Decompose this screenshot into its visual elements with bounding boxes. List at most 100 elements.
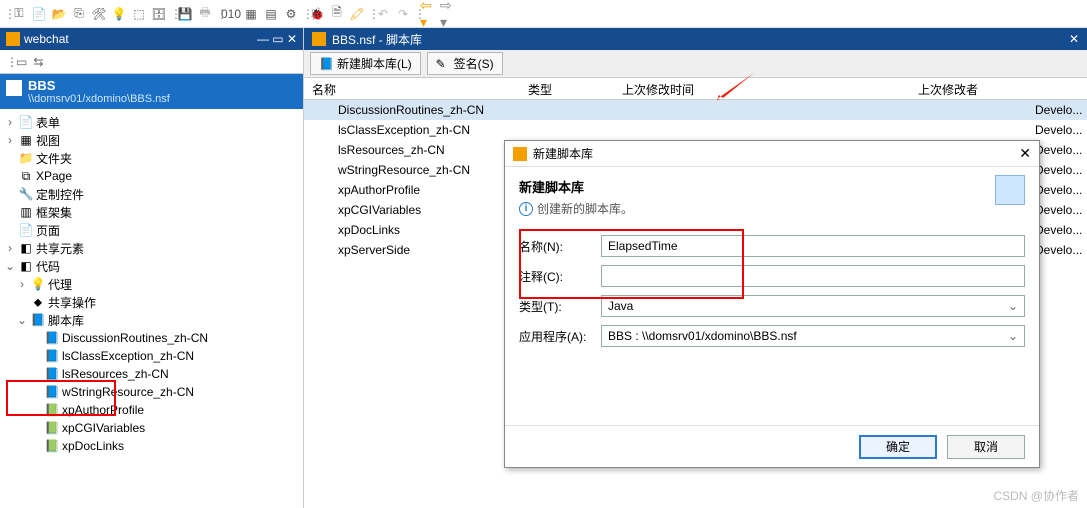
grid1-icon[interactable]: ▦ xyxy=(242,5,260,23)
note-icon[interactable]: 🗎 xyxy=(328,5,346,23)
toolbar-sep xyxy=(170,7,174,21)
save-icon[interactable]: 💾 xyxy=(176,5,194,23)
tree-item[interactable]: 📘DiscussionRoutines_zh-CN xyxy=(2,329,301,347)
cell-name: lsClassException_zh-CN xyxy=(304,123,520,137)
toolbar-sep xyxy=(302,7,306,21)
gear-icon[interactable]: ⚙ xyxy=(282,5,300,23)
copy-icon[interactable]: ⎘ xyxy=(70,5,88,23)
dialog-title: 新建脚本库 xyxy=(533,145,593,162)
table-row[interactable]: lsClassException_zh-CNDevelo... xyxy=(304,120,1087,140)
bbs-header[interactable]: BBS \\domsrv01/xdomino\BBS.nsf xyxy=(0,74,303,109)
tree-item[interactable]: ⌄◧代码 xyxy=(2,257,301,275)
tree-item[interactable]: ›◧共享元素 xyxy=(2,239,301,257)
dialog-subtitle: i 创建新的脚本库。 xyxy=(519,200,1025,217)
tree-node-icon: ◧ xyxy=(19,241,33,255)
tree-label: 页面 xyxy=(36,222,60,239)
col-modified[interactable]: 上次修改时间 xyxy=(614,78,910,99)
ok-button[interactable]: 确定 xyxy=(859,435,937,459)
bbs-title: BBS xyxy=(28,78,295,93)
tree-node-icon: 📘 xyxy=(45,367,59,381)
bug-icon[interactable]: 🐞 xyxy=(308,5,326,23)
col-modifier[interactable]: 上次修改者 xyxy=(910,78,1087,99)
tree-item[interactable]: 📄页面 xyxy=(2,221,301,239)
comment-input[interactable] xyxy=(601,265,1025,287)
tree-item[interactable]: ⬥共享操作 xyxy=(2,293,301,311)
new-lib-icon: 📘 xyxy=(319,57,333,71)
tree-label: 表单 xyxy=(36,114,60,131)
tree-label: xpCGIVariables xyxy=(62,421,145,435)
box-icon[interactable]: ⬚ xyxy=(130,5,148,23)
tree-item[interactable]: ›💡代理 xyxy=(2,275,301,293)
new-icon[interactable]: 📄 xyxy=(30,5,48,23)
bbs-path: \\domsrv01/xdomino\BBS.nsf xyxy=(28,93,295,105)
tree-label: 代理 xyxy=(48,276,72,293)
link-icon[interactable]: ⇆ xyxy=(33,55,43,69)
twisty-icon[interactable]: › xyxy=(4,133,16,147)
scroll-icon xyxy=(995,175,1025,205)
tree-item[interactable]: 🔧定制控件 xyxy=(2,185,301,203)
tree-label: XPage xyxy=(36,169,72,183)
toolbar-sep xyxy=(414,7,418,21)
print-icon[interactable]: 🖶 xyxy=(196,5,214,23)
twisty-icon[interactable]: › xyxy=(16,277,28,291)
tree-item[interactable]: 📗xpDocLinks xyxy=(2,437,301,455)
close-icon[interactable]: ✕ xyxy=(1069,32,1079,46)
tree-item[interactable]: 📁文件夹 xyxy=(2,149,301,167)
tree-label: lsResources_zh-CN xyxy=(62,367,169,381)
tree-label: xpAuthorProfile xyxy=(62,403,144,417)
tree-item[interactable]: 📗xpAuthorProfile xyxy=(2,401,301,419)
open-icon[interactable]: 📂 xyxy=(50,5,68,23)
cell-name: xpServerSide xyxy=(304,243,520,257)
twisty-icon[interactable]: › xyxy=(4,115,16,129)
tree-item[interactable]: ›▦视图 xyxy=(2,131,301,149)
binary-icon[interactable]: 010 xyxy=(222,5,240,23)
twisty-icon[interactable]: › xyxy=(4,241,16,255)
tree-node-icon: 📗 xyxy=(45,421,59,435)
bulb-icon[interactable]: 💡 xyxy=(110,5,128,23)
panel-title: webchat xyxy=(24,32,69,46)
type-select[interactable]: Java⌄ xyxy=(601,295,1025,317)
forward-icon[interactable]: ⇨ ▾ xyxy=(440,5,458,23)
tree-item[interactable]: ⧉XPage xyxy=(2,167,301,185)
toolbar-sep xyxy=(368,7,372,21)
navigator-panel: webchat — ▭ ✕ ▭ ⇆ BBS \\domsrv01/xdomino… xyxy=(0,28,304,508)
col-type[interactable]: 类型 xyxy=(520,78,614,99)
close-icon[interactable]: ✕ xyxy=(1019,145,1031,162)
grid2-icon[interactable]: ▤ xyxy=(262,5,280,23)
back-icon[interactable]: ⇦ ▾ xyxy=(420,5,438,23)
app-select[interactable]: BBS : \\domsrv01/xdomino\BBS.nsf⌄ xyxy=(601,325,1025,347)
tree-item[interactable]: 📘lsResources_zh-CN xyxy=(2,365,301,383)
tool-icon[interactable]: 🛠 xyxy=(90,5,108,23)
new-script-lib-button[interactable]: 📘 新建脚本库(L) xyxy=(310,52,421,75)
tree-node-icon: 📘 xyxy=(45,331,59,345)
tree-node-icon: 📘 xyxy=(45,349,59,363)
col-name[interactable]: 名称 xyxy=(304,78,520,99)
navigator-tree[interactable]: ›📄表单›▦视图📁文件夹⧉XPage🔧定制控件▥框架集📄页面›◧共享元素⌄◧代码… xyxy=(0,109,303,508)
tree-item[interactable]: ›📄表单 xyxy=(2,113,301,131)
tree-item[interactable]: 📘wStringResource_zh-CN xyxy=(2,383,301,401)
collapse-icon[interactable]: ▭ xyxy=(16,55,27,69)
sign-button[interactable]: ✎ 签名(S) xyxy=(427,52,503,75)
tree-item[interactable]: ▥框架集 xyxy=(2,203,301,221)
tree-label: wStringResource_zh-CN xyxy=(62,385,194,399)
file-icon xyxy=(312,32,326,46)
key-icon[interactable]: ⚿ xyxy=(10,5,28,23)
name-input[interactable] xyxy=(601,235,1025,257)
app-icon xyxy=(6,32,20,46)
table-header: 名称 类型 上次修改时间 上次修改者 xyxy=(304,78,1087,100)
highlight-icon[interactable]: 🖍 xyxy=(348,5,366,23)
redo-icon[interactable]: ↷ xyxy=(394,5,412,23)
editor-toolbar: 📘 新建脚本库(L) ✎ 签名(S) xyxy=(304,50,1087,78)
tree-item[interactable]: ⌄📘脚本库 xyxy=(2,311,301,329)
cell-name: wStringResource_zh-CN xyxy=(304,163,520,177)
db-icon[interactable]: 🗄 xyxy=(150,5,168,23)
twisty-icon[interactable]: ⌄ xyxy=(16,313,28,327)
undo-icon[interactable]: ↶ xyxy=(374,5,392,23)
tree-item[interactable]: 📘lsClassException_zh-CN xyxy=(2,347,301,365)
watermark: CSDN @协作者 xyxy=(993,487,1079,504)
panel-controls[interactable]: — ▭ ✕ xyxy=(257,32,297,46)
tree-item[interactable]: 📗xpCGIVariables xyxy=(2,419,301,437)
table-row[interactable]: DiscussionRoutines_zh-CNDevelo... xyxy=(304,100,1087,120)
twisty-icon[interactable]: ⌄ xyxy=(4,259,16,273)
cancel-button[interactable]: 取消 xyxy=(947,435,1025,459)
